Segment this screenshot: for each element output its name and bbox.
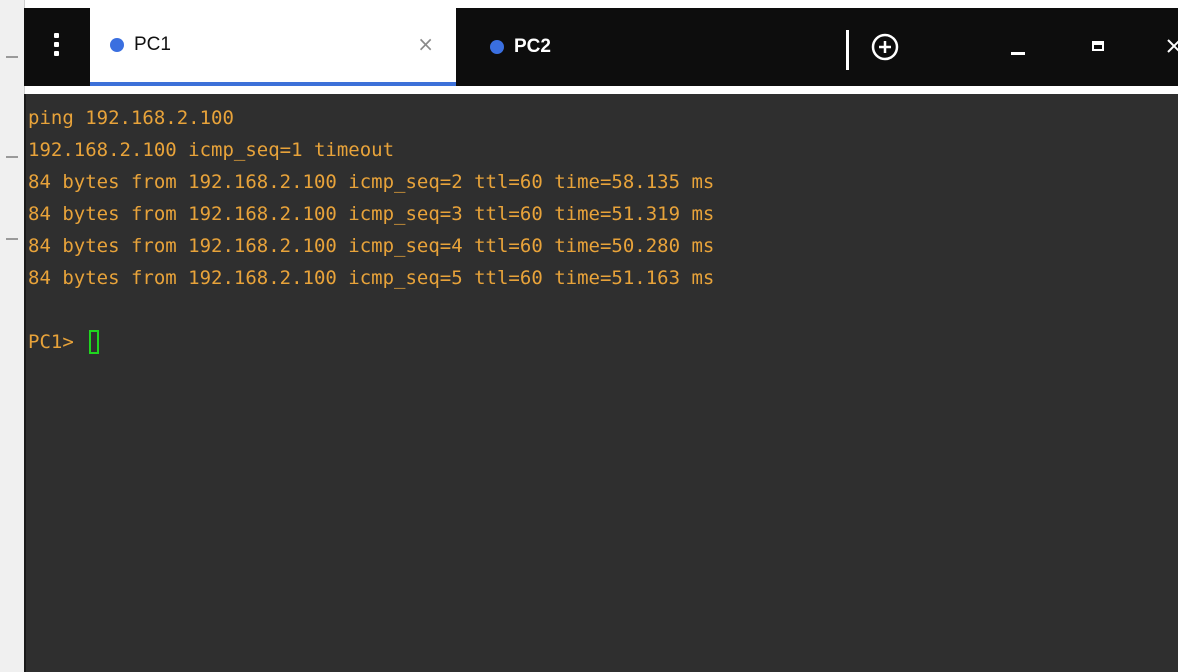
- menu-button[interactable]: [36, 24, 76, 64]
- tab-bar: PC1 × PC2: [24, 8, 1178, 86]
- terminal-line: 84 bytes from 192.168.2.100 icmp_seq=2 t…: [28, 171, 715, 193]
- minimize-icon: [1011, 51, 1025, 55]
- maximize-icon: [1092, 41, 1104, 51]
- terminal-line: 84 bytes from 192.168.2.100 icmp_seq=5 t…: [28, 267, 715, 289]
- close-window-button[interactable]: [1154, 26, 1178, 66]
- tab-status-dot-icon: [110, 38, 124, 52]
- background-window-edge: [0, 0, 25, 672]
- close-icon: [1167, 39, 1178, 53]
- text-cursor: [89, 330, 100, 354]
- tab-status-dot-icon: [490, 40, 504, 54]
- background-window-line: [6, 56, 18, 58]
- new-tab-button[interactable]: [868, 30, 902, 64]
- terminal-line: 192.168.2.100 icmp_seq=1 timeout: [28, 139, 395, 161]
- background-window-line: [6, 156, 18, 158]
- terminal-pane[interactable]: ping 192.168.2.100 192.168.2.100 icmp_se…: [24, 94, 1178, 672]
- tab-label: PC2: [514, 36, 551, 57]
- tab-divider: [846, 30, 849, 70]
- vertical-ellipsis-icon: [53, 32, 59, 56]
- close-tab-icon[interactable]: ×: [417, 32, 434, 56]
- minimize-button[interactable]: [998, 26, 1038, 66]
- tab-pc2[interactable]: PC2: [470, 8, 836, 86]
- command-prompt[interactable]: PC1>: [28, 326, 100, 358]
- terminal-line: 84 bytes from 192.168.2.100 icmp_seq=3 t…: [28, 203, 715, 225]
- plus-circle-icon: [871, 33, 899, 61]
- tab-label: PC1: [134, 34, 171, 55]
- background-window-line: [6, 238, 18, 240]
- app-window: PC1 × PC2 ping 192.168.2.100 192.168.2.1…: [0, 0, 1178, 672]
- terminal-line: 84 bytes from 192.168.2.100 icmp_seq=4 t…: [28, 235, 715, 257]
- terminal-line: ping 192.168.2.100: [28, 107, 234, 129]
- prompt-text: PC1>: [28, 331, 86, 353]
- tab-pc1[interactable]: PC1 ×: [90, 8, 456, 86]
- maximize-button[interactable]: [1078, 26, 1118, 66]
- terminal-output: ping 192.168.2.100 192.168.2.100 icmp_se…: [28, 102, 714, 294]
